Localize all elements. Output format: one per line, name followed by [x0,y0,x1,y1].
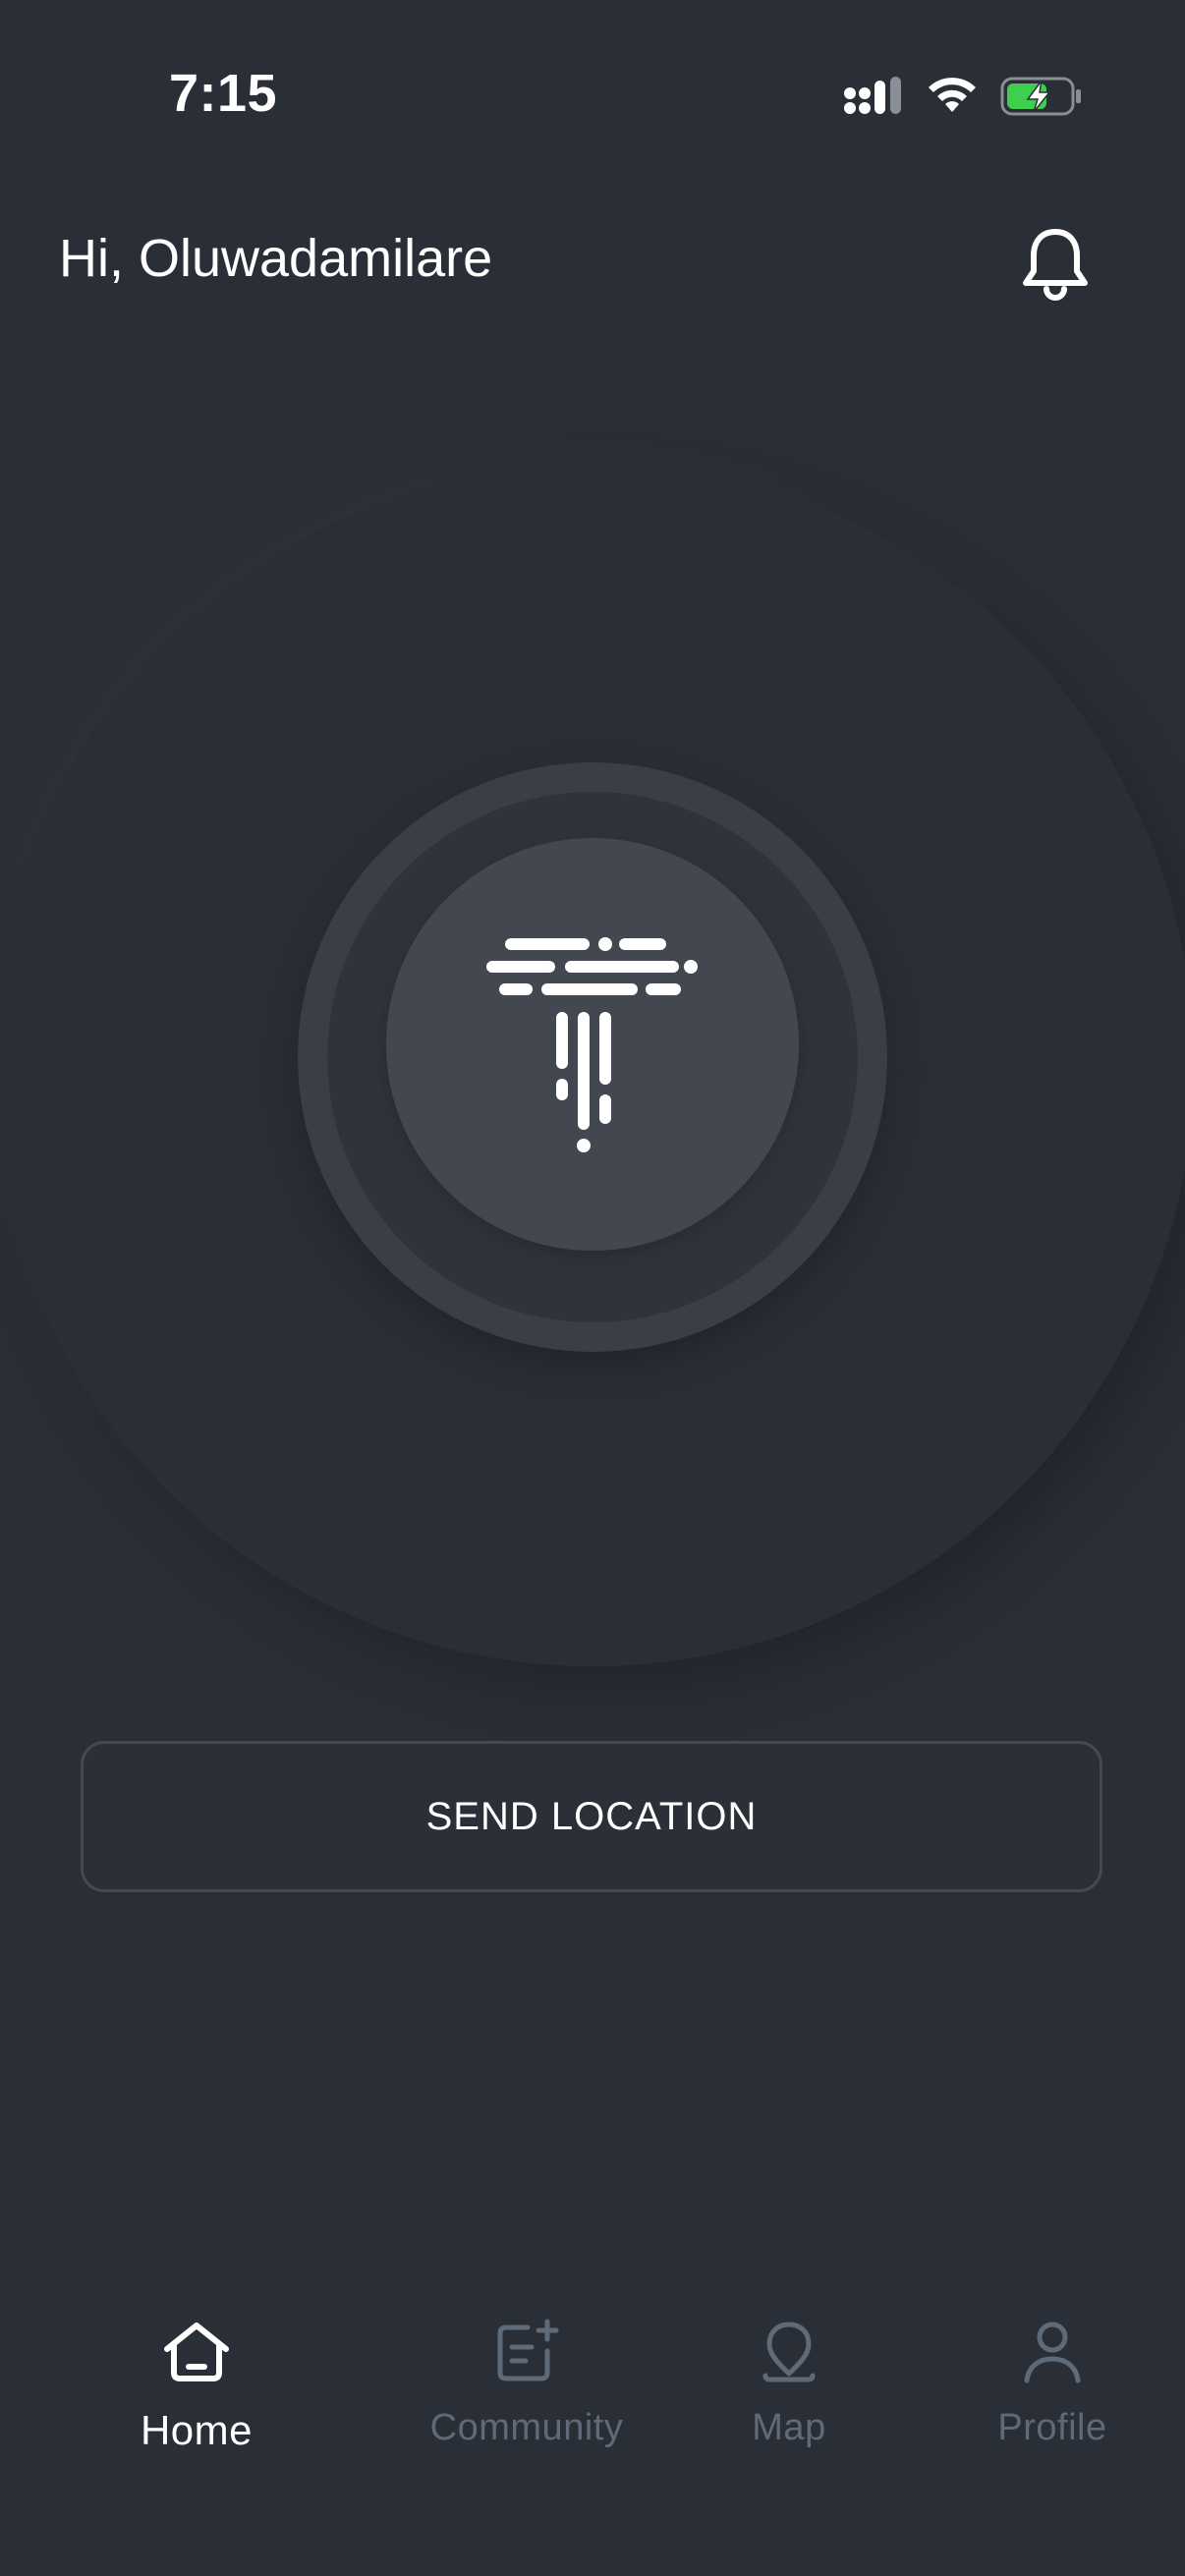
nav-label-home: Home [140,2407,254,2453]
battery-charging-icon [1000,77,1081,116]
nav-item-profile[interactable]: Profile [934,2279,1170,2476]
t-logo-icon [486,937,698,1152]
center-alert-button[interactable] [386,838,799,1251]
person-icon [1024,2322,1081,2383]
bell-icon [1023,229,1088,301]
bottom-navigation: Home Community Map Profile [0,2279,1185,2476]
greeting-text: Hi, Oluwadamilare [59,229,493,288]
cellular-signal-icon [844,77,901,114]
nav-label-map: Map [752,2407,826,2448]
notifications-button[interactable] [1014,224,1097,307]
status-icons [843,69,1083,124]
send-location-button[interactable]: SEND LOCATION [81,1741,1102,1892]
map-pin-icon [762,2322,816,2382]
note-add-icon [497,2319,559,2381]
nav-item-home[interactable]: Home [79,2279,314,2476]
nav-item-community[interactable]: Community [409,2279,645,2476]
status-time: 7:15 [169,64,278,123]
home-icon [164,2323,229,2381]
nav-label-community: Community [429,2407,624,2448]
nav-label-profile: Profile [997,2407,1107,2448]
wifi-icon [929,78,976,112]
home-screen: 7:15 Hi, Oluwadamilare SEND LOCATION Hom… [0,0,1185,2576]
nav-item-map[interactable]: Map [671,2279,907,2476]
